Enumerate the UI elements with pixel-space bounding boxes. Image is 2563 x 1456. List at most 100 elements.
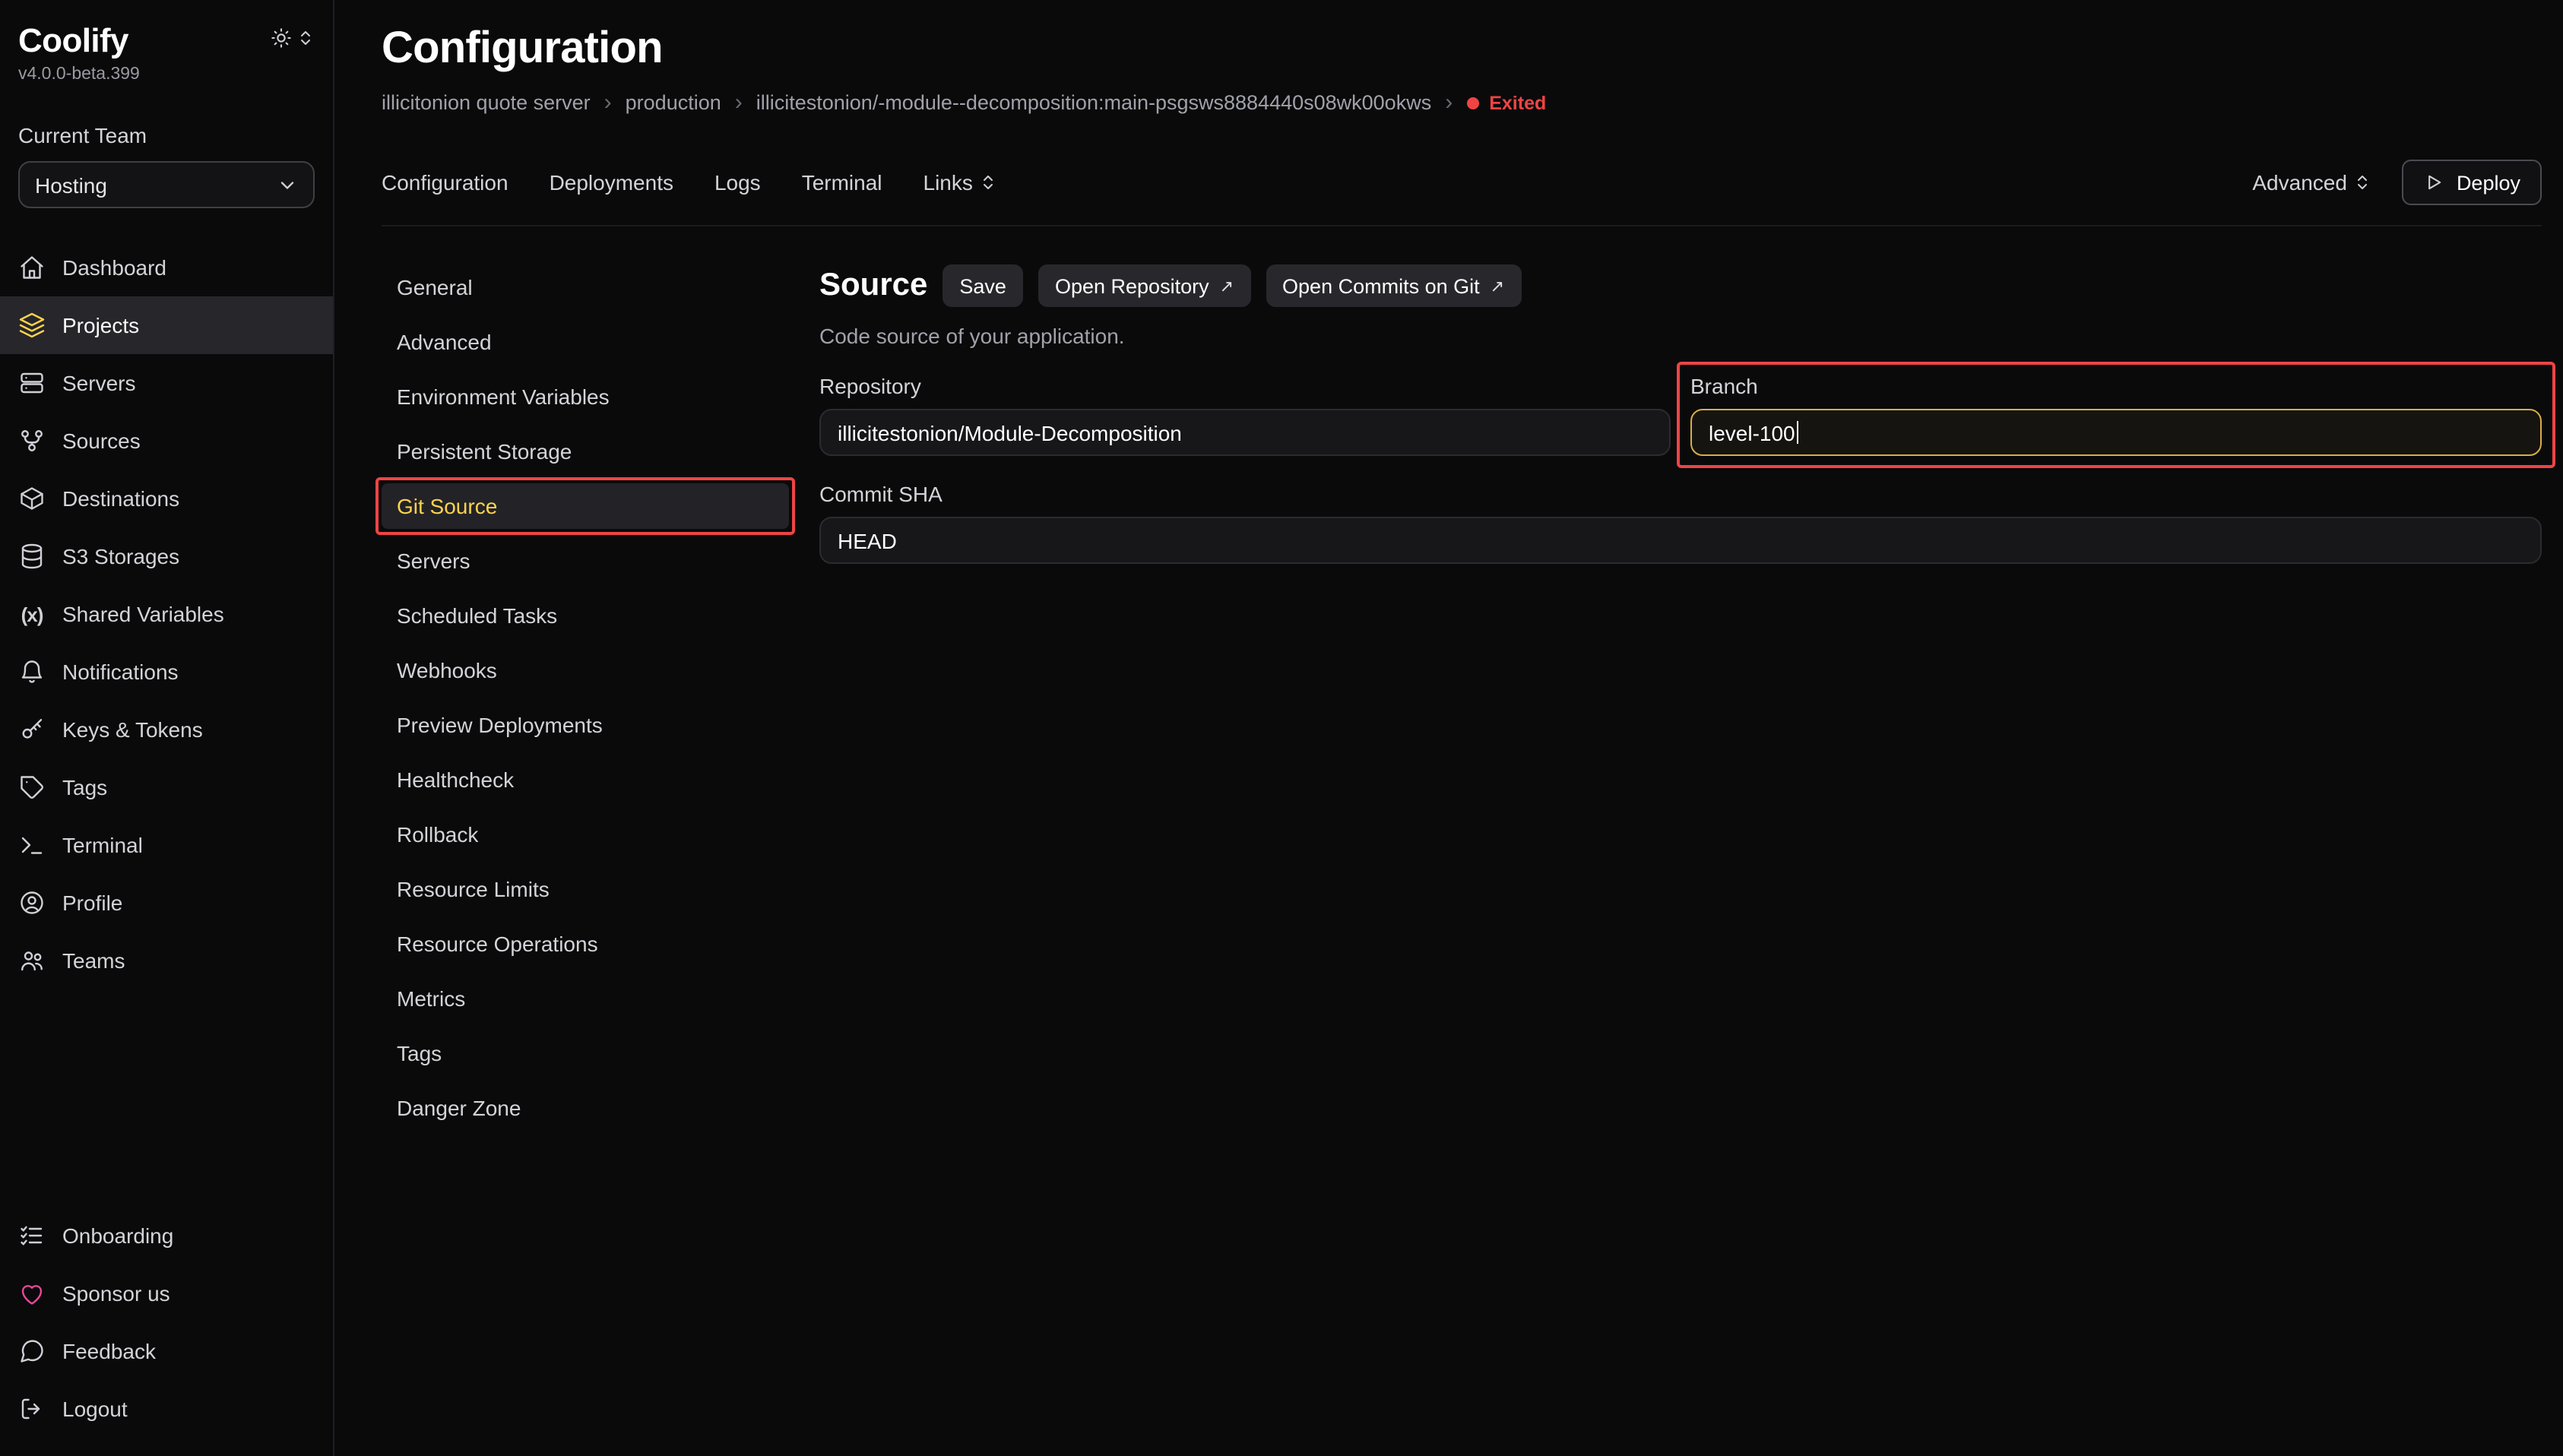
sidebar-item-label: Profile bbox=[62, 891, 122, 915]
sidebar-item-profile[interactable]: Profile bbox=[0, 874, 333, 932]
branch-input[interactable]: level-100 bbox=[1690, 409, 2542, 456]
open-repository-button[interactable]: Open Repository ↗ bbox=[1038, 264, 1250, 307]
settings-item-scheduled-tasks[interactable]: Scheduled Tasks bbox=[382, 593, 789, 638]
sidebar: Coolify v4.0.0-beta.399 Current Team Hos… bbox=[0, 0, 334, 1456]
sidebar-item-feedback[interactable]: Feedback bbox=[0, 1322, 333, 1380]
settings-item-metrics[interactable]: Metrics bbox=[382, 976, 789, 1021]
sidebar-item-tags[interactable]: Tags bbox=[0, 758, 333, 816]
sidebar-item-notifications[interactable]: Notifications bbox=[0, 643, 333, 701]
source-section: Source Save Open Repository ↗ Open Commi… bbox=[789, 264, 2542, 1140]
sidebar-nav: Dashboard Projects Servers Sources bbox=[18, 239, 315, 989]
app-version: v4.0.0-beta.399 bbox=[18, 65, 315, 84]
brand-row: Coolify bbox=[18, 21, 315, 61]
message-icon bbox=[18, 1337, 46, 1365]
chevron-right-icon: › bbox=[604, 91, 612, 114]
tab-deployments[interactable]: Deployments bbox=[550, 170, 673, 195]
settings-item-servers[interactable]: Servers bbox=[382, 538, 789, 584]
settings-item-tags[interactable]: Tags bbox=[382, 1030, 789, 1076]
container-icon bbox=[18, 485, 46, 512]
commit-sha-field: Commit SHA bbox=[819, 482, 2542, 564]
sidebar-item-label: Onboarding bbox=[62, 1223, 173, 1248]
page-title: Configuration bbox=[382, 24, 2542, 74]
breadcrumb: illicitonion quote server › production ›… bbox=[382, 91, 2542, 114]
breadcrumb-resource[interactable]: illicitestonion/-module--decomposition:m… bbox=[756, 91, 1431, 114]
sidebar-item-label: Destinations bbox=[62, 486, 179, 511]
home-icon bbox=[18, 254, 46, 281]
sidebar-item-label: Projects bbox=[62, 313, 139, 337]
sidebar-footer: Onboarding Sponsor us Feedback Logout bbox=[18, 1207, 315, 1438]
configuration-body: General Advanced Environment Variables P… bbox=[382, 264, 2542, 1140]
breadcrumb-environment[interactable]: production bbox=[626, 91, 721, 114]
users-icon bbox=[18, 947, 46, 974]
settings-item-healthcheck[interactable]: Healthcheck bbox=[382, 757, 789, 802]
chevron-down-icon bbox=[277, 174, 298, 195]
sidebar-item-sources[interactable]: Sources bbox=[0, 412, 333, 470]
checklist-icon bbox=[18, 1222, 46, 1249]
sun-icon bbox=[271, 27, 292, 49]
sidebar-item-onboarding[interactable]: Onboarding bbox=[0, 1207, 333, 1265]
tab-terminal[interactable]: Terminal bbox=[802, 170, 882, 195]
advanced-dropdown[interactable]: Advanced bbox=[2252, 170, 2371, 195]
settings-item-label: Git Source bbox=[397, 494, 497, 518]
settings-item-rollback[interactable]: Rollback bbox=[382, 812, 789, 857]
sidebar-item-label: Teams bbox=[62, 948, 125, 973]
current-team-label: Current Team bbox=[18, 123, 315, 147]
sidebar-item-keys-tokens[interactable]: Keys & Tokens bbox=[0, 701, 333, 758]
status-text: Exited bbox=[1489, 92, 1546, 113]
settings-item-webhooks[interactable]: Webhooks bbox=[382, 647, 789, 693]
settings-item-preview-deployments[interactable]: Preview Deployments bbox=[382, 702, 789, 748]
open-commits-button[interactable]: Open Commits on Git ↗ bbox=[1266, 264, 1521, 307]
settings-item-environment-variables[interactable]: Environment Variables bbox=[382, 374, 789, 419]
sidebar-item-label: Feedback bbox=[62, 1339, 156, 1363]
sidebar-item-label: Sources bbox=[62, 429, 141, 453]
theme-toggle[interactable] bbox=[271, 27, 315, 49]
sidebar-item-label: Keys & Tokens bbox=[62, 717, 203, 742]
sidebar-item-teams[interactable]: Teams bbox=[0, 932, 333, 989]
sidebar-item-s3-storages[interactable]: S3 Storages bbox=[0, 527, 333, 585]
settings-item-resource-operations[interactable]: Resource Operations bbox=[382, 921, 789, 967]
deploy-button[interactable]: Deploy bbox=[2402, 160, 2542, 205]
sidebar-item-destinations[interactable]: Destinations bbox=[0, 470, 333, 527]
server-icon bbox=[18, 369, 46, 397]
branch-input-value: level-100 bbox=[1709, 420, 1795, 445]
source-form: Repository Branch level-100 Commit SHA bbox=[819, 374, 2542, 564]
sidebar-item-servers[interactable]: Servers bbox=[0, 354, 333, 412]
commit-sha-label: Commit SHA bbox=[819, 482, 2542, 506]
bell-icon bbox=[18, 658, 46, 685]
repository-label: Repository bbox=[819, 374, 1671, 398]
repository-input[interactable] bbox=[819, 409, 1671, 456]
variable-icon: (x) bbox=[18, 600, 46, 628]
tab-configuration[interactable]: Configuration bbox=[382, 170, 508, 195]
sidebar-item-shared-variables[interactable]: (x) Shared Variables bbox=[0, 585, 333, 643]
sidebar-item-sponsor[interactable]: Sponsor us bbox=[0, 1265, 333, 1322]
text-cursor bbox=[1797, 421, 1799, 444]
settings-item-danger-zone[interactable]: Danger Zone bbox=[382, 1085, 789, 1131]
sidebar-item-projects[interactable]: Projects bbox=[0, 296, 333, 354]
status-dot-icon bbox=[1466, 97, 1478, 109]
tab-links[interactable]: Links bbox=[924, 170, 997, 195]
settings-item-general[interactable]: General bbox=[382, 264, 789, 310]
save-button[interactable]: Save bbox=[943, 264, 1023, 307]
sidebar-item-terminal[interactable]: Terminal bbox=[0, 816, 333, 874]
chevron-right-icon: › bbox=[735, 91, 743, 114]
breadcrumb-project[interactable]: illicitonion quote server bbox=[382, 91, 591, 114]
settings-item-persistent-storage[interactable]: Persistent Storage bbox=[382, 429, 789, 474]
commit-sha-input[interactable] bbox=[819, 517, 2542, 564]
sidebar-item-logout[interactable]: Logout bbox=[0, 1380, 333, 1438]
main-area: Configuration illicitonion quote server … bbox=[334, 0, 2563, 1456]
coolify-app: Coolify v4.0.0-beta.399 Current Team Hos… bbox=[0, 0, 2563, 1456]
settings-item-advanced[interactable]: Advanced bbox=[382, 319, 789, 365]
sidebar-item-dashboard[interactable]: Dashboard bbox=[0, 239, 333, 296]
sidebar-item-label: Dashboard bbox=[62, 255, 166, 280]
sidebar-item-label: Logout bbox=[62, 1397, 128, 1421]
branch-field: Branch level-100 bbox=[1690, 374, 2542, 456]
team-select-value: Hosting bbox=[35, 173, 107, 197]
settings-item-resource-limits[interactable]: Resource Limits bbox=[382, 866, 789, 912]
team-select[interactable]: Hosting bbox=[18, 161, 315, 208]
settings-item-git-source[interactable]: Git Source bbox=[382, 483, 789, 529]
user-circle-icon bbox=[18, 889, 46, 916]
section-subtitle: Code source of your application. bbox=[819, 324, 2542, 348]
tab-logs[interactable]: Logs bbox=[714, 170, 761, 195]
status-badge: Exited bbox=[1466, 92, 1546, 113]
terminal-icon bbox=[18, 831, 46, 859]
